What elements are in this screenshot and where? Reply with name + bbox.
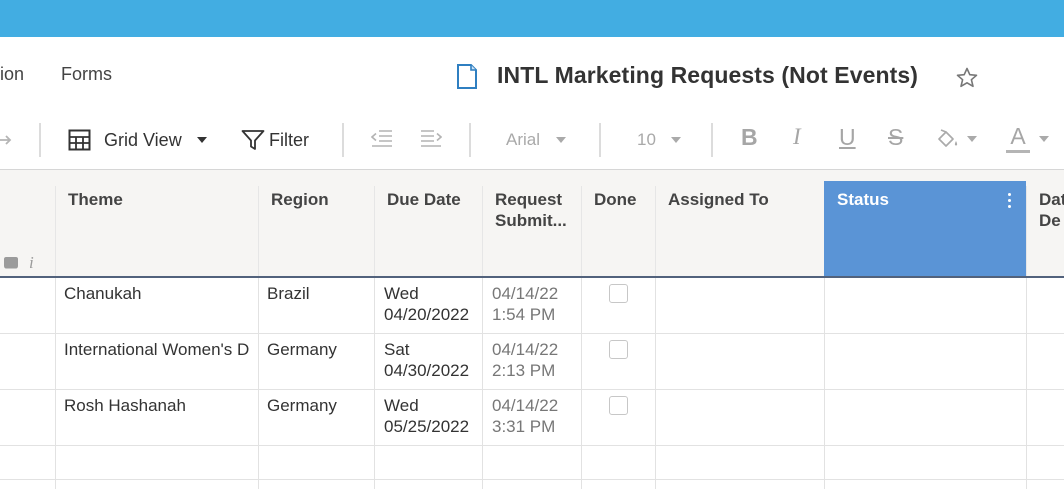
column-header-label: Theme [68, 190, 123, 209]
filter-button[interactable]: Filter [241, 120, 309, 160]
grid-view-dropdown[interactable]: Grid View [68, 120, 207, 160]
paint-bucket-icon [938, 129, 958, 147]
column-header-label: Done [594, 190, 637, 209]
nav-tab-forms[interactable]: Forms [61, 64, 112, 85]
chevron-down-icon [670, 137, 681, 143]
bold-button[interactable]: B [741, 124, 758, 151]
table-row-empty[interactable] [0, 480, 1064, 489]
column-header-label: Request [495, 190, 563, 209]
column-header-partial[interactable]: Dat De [1026, 186, 1064, 278]
cell-theme[interactable]: Chanukah [64, 283, 250, 304]
outdent-icon[interactable] [371, 129, 393, 149]
nav-tab-partial[interactable]: ion [0, 64, 24, 85]
filter-label: Filter [269, 129, 309, 150]
grid-view-label: Grid View [104, 129, 182, 150]
text-color-swatch [1006, 150, 1030, 153]
submitted-time: 3:31 PM [492, 417, 556, 436]
cell-due-date[interactable]: Wed 05/25/2022 [384, 395, 469, 437]
column-menu-icon[interactable] [1008, 193, 1012, 211]
cell-request-submitted[interactable]: 04/14/22 3:31 PM [492, 395, 558, 437]
chevron-down-icon [1039, 135, 1049, 142]
favorite-star-icon[interactable] [955, 66, 979, 90]
column-header-region[interactable]: Region [258, 186, 374, 278]
column-header-label: Status [837, 190, 889, 209]
cell-theme[interactable]: Rosh Hashanah [64, 395, 250, 416]
cell-region[interactable]: Germany [267, 395, 337, 416]
cell-theme[interactable]: International Women's Day [64, 339, 250, 360]
cell-request-submitted[interactable]: 04/14/22 2:13 PM [492, 339, 558, 381]
chevron-down-icon [196, 137, 207, 143]
text-color-button[interactable]: A [1006, 124, 1049, 153]
done-checkbox[interactable] [609, 396, 628, 415]
font-family-dropdown[interactable]: Arial [506, 120, 567, 160]
cell-due-date[interactable]: Wed 04/20/2022 [384, 283, 469, 325]
submitted-date: 04/14/22 [492, 396, 559, 415]
column-header-label: Submit... [495, 211, 567, 230]
font-family-value: Arial [506, 130, 541, 149]
app-top-bar [0, 0, 1064, 37]
italic-button[interactable]: I [793, 124, 801, 150]
column-header-label: Region [271, 190, 329, 209]
column-header-label: Due Date [387, 190, 461, 209]
column-header-label: De [1039, 211, 1061, 230]
due-day: Sat [384, 340, 410, 359]
comment-icon[interactable] [3, 256, 19, 270]
due-day: Wed [384, 396, 419, 415]
cell-due-date[interactable]: Sat 04/30/2022 [384, 339, 469, 381]
column-header-due-date[interactable]: Due Date [374, 186, 482, 278]
due-day: Wed [384, 284, 419, 303]
toolbar-separator [39, 123, 41, 157]
toolbar-separator [342, 123, 344, 157]
grid-view-icon [68, 129, 91, 151]
toolbar-separator [469, 123, 471, 157]
column-header-request-submitted[interactable]: Request Submit... [482, 186, 581, 278]
indent-icon[interactable] [420, 129, 442, 149]
font-size-value: 10 [637, 130, 656, 149]
submitted-time: 2:13 PM [492, 361, 556, 380]
cell-request-submitted[interactable]: 04/14/22 1:54 PM [492, 283, 558, 325]
due-date: 05/25/2022 [384, 417, 470, 436]
sheet-document-icon [457, 64, 477, 89]
submitted-time: 1:54 PM [492, 305, 556, 324]
cell-region[interactable]: Germany [267, 339, 337, 360]
done-checkbox[interactable] [609, 340, 628, 359]
column-header-status[interactable]: Status [824, 181, 1026, 278]
done-checkbox[interactable] [609, 284, 628, 303]
redo-icon[interactable] [0, 130, 14, 150]
filter-icon [241, 130, 265, 150]
row-header-icons: i [3, 253, 34, 273]
chevron-down-icon [556, 137, 567, 143]
text-color-icon: A [1010, 123, 1026, 149]
table-row[interactable]: International Women's Day Germany Sat 04… [0, 334, 1064, 390]
column-header-assigned-to[interactable]: Assigned To [655, 186, 824, 278]
column-header-label: Dat [1039, 190, 1064, 209]
toolbar-separator [599, 123, 601, 157]
underline-button[interactable]: U [839, 124, 856, 151]
due-date: 04/20/2022 [384, 305, 470, 324]
strikethrough-button[interactable]: S [888, 124, 903, 151]
table-row-empty[interactable] [0, 446, 1064, 480]
submitted-date: 04/14/22 [492, 284, 559, 303]
font-size-dropdown[interactable]: 10 [637, 120, 681, 160]
column-header-label: Assigned To [668, 190, 769, 209]
info-icon[interactable]: i [29, 253, 34, 273]
column-header-theme[interactable]: Theme [55, 186, 258, 278]
table-row[interactable]: Rosh Hashanah Germany Wed 05/25/2022 04/… [0, 390, 1064, 446]
cell-region[interactable]: Brazil [267, 283, 310, 304]
table-row[interactable]: Chanukah Brazil Wed 04/20/2022 04/14/22 … [0, 278, 1064, 334]
toolbar-separator [711, 123, 713, 157]
due-date: 04/30/2022 [384, 361, 470, 380]
sheet-title[interactable]: INTL Marketing Requests (Not Events) [497, 62, 918, 89]
column-header-done[interactable]: Done [581, 186, 655, 278]
fill-color-button[interactable] [936, 128, 977, 150]
submitted-date: 04/14/22 [492, 340, 559, 359]
chevron-down-icon [967, 136, 977, 142]
